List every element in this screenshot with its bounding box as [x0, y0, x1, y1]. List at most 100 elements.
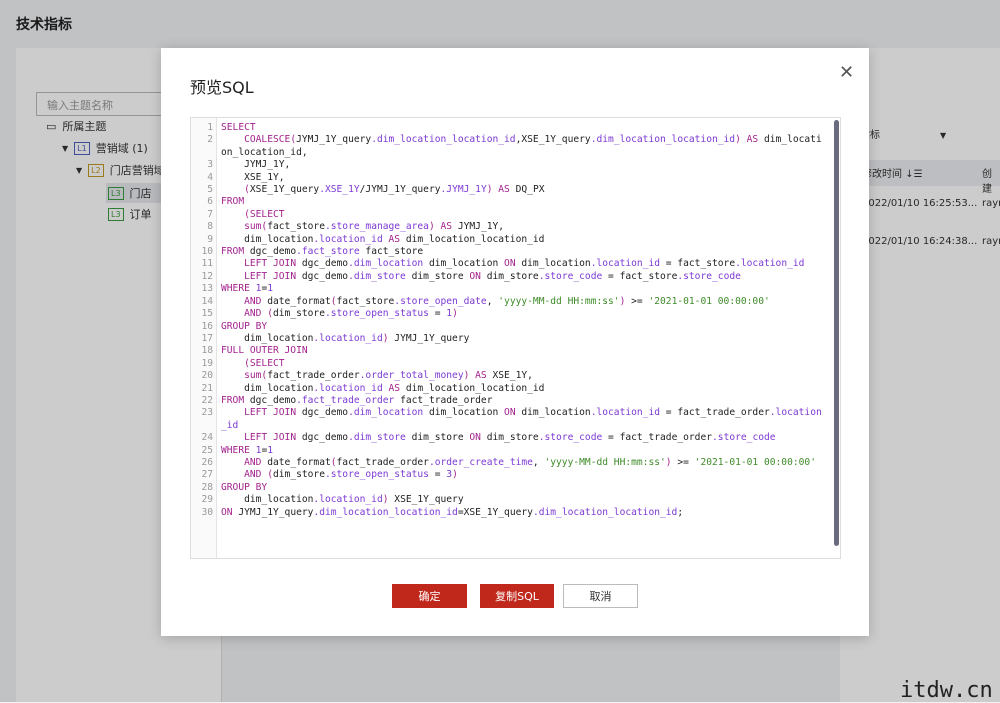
sql-token: fact_trade_order	[336, 456, 429, 468]
sql-token: .dim_location	[348, 407, 424, 419]
cancel-button[interactable]: 取消	[563, 584, 638, 608]
line-code: ON JYMJ_1Y_query.dim_location_location_i…	[217, 507, 825, 519]
line-number: 7	[207, 208, 213, 220]
sql-token: =	[428, 469, 447, 481]
line-code: SELECT	[217, 122, 825, 134]
sql-token: date_format	[261, 456, 331, 468]
sql-token: sum(	[244, 221, 268, 233]
sql-token: .fact_trade_order	[296, 394, 395, 406]
code-line: 16 GROUP BY	[191, 321, 840, 333]
code-line: 4 XSE_1Y,	[191, 172, 840, 184]
line-code: FULL OUTER JOIN	[217, 345, 825, 357]
sql-token: AND	[244, 456, 262, 468]
sql-token: WHERE	[221, 283, 250, 295]
line-number: 10	[201, 246, 213, 258]
line-number: 21	[201, 382, 213, 394]
code-line: 21 dim_location.location_id AS dim_locat…	[191, 383, 840, 395]
sql-token: dim_location	[423, 407, 505, 419]
sql-token: .location_id	[313, 233, 383, 245]
line-number: 3	[207, 159, 213, 171]
code-line: 19 (SELECT	[191, 358, 840, 370]
code-line: 17 dim_location.location_id) JYMJ_1Y_que…	[191, 333, 840, 345]
sql-token: XSE_1Y,	[486, 370, 533, 382]
watermark: itdw.cn	[900, 678, 993, 703]
sql-token: XSE_1Y_query	[388, 494, 464, 506]
confirm-button[interactable]: 确定	[392, 584, 467, 608]
line-code: XSE_1Y,	[217, 172, 825, 184]
sql-token: = fact_trade_order	[602, 432, 713, 444]
line-code: WHERE 1=1	[217, 283, 825, 295]
sql-token: GROUP BY	[221, 481, 268, 493]
sql-code-viewer[interactable]: 1 SELECT 2 COALESCE(JYMJ_1Y_query.dim_loca…	[190, 117, 841, 559]
close-icon[interactable]: ✕	[839, 62, 854, 83]
code-line: 22 FROM dgc_demo.fact_trade_order fact_tr…	[191, 395, 840, 407]
scrollbar[interactable]	[834, 120, 839, 546]
code-line: 13 WHERE 1=1	[191, 283, 840, 295]
line-code: AND date_format(fact_trade_order.order_c…	[217, 457, 825, 469]
code-line: 2 COALESCE(JYMJ_1Y_query.dim_location_lo…	[191, 134, 840, 159]
copy-sql-button[interactable]: 复制SQL	[480, 584, 554, 608]
line-code: LEFT JOIN dgc_demo.dim_store dim_store O…	[217, 271, 825, 283]
sql-token: dim_store	[273, 469, 325, 481]
code-line: 28 GROUP BY	[191, 482, 840, 494]
sql-token: date_format	[261, 295, 331, 307]
sql-token: AS	[382, 233, 401, 245]
code-line: 25 WHERE 1=1	[191, 445, 840, 457]
line-code: sum(fact_trade_order.order_total_money) …	[217, 370, 825, 382]
sql-token: LEFT JOIN	[244, 407, 297, 419]
line-code: AND (dim_store.store_open_status = 1)	[217, 308, 825, 320]
line-code: JYMJ_1Y,	[217, 159, 825, 171]
line-number: 22	[201, 394, 213, 406]
sql-token: ,	[532, 456, 545, 468]
sql-token: dim_location	[221, 382, 314, 394]
sql-token: 'yyyy-MM-dd HH:mm:ss'	[544, 456, 666, 468]
line-number: 8	[207, 221, 213, 233]
sql-token: XSE_1Y,	[221, 171, 285, 183]
line-code: AND date_format(fact_store.store_open_da…	[217, 296, 825, 308]
code-line: 27 AND (dim_store.store_open_status = 3)	[191, 469, 840, 481]
line-number: 23	[201, 407, 213, 419]
sql-token: .store_open_date	[394, 295, 487, 307]
line-number: 9	[207, 233, 213, 245]
code-line: 7 (SELECT	[191, 209, 840, 221]
sql-token: .store_code	[538, 270, 603, 282]
sql-token: .order_total_money	[359, 370, 464, 382]
sql-token: LEFT JOIN	[244, 432, 297, 444]
sql-token: .dim_store	[348, 270, 406, 282]
code-line: 12 LEFT JOIN dgc_demo.dim_store dim_stor…	[191, 271, 840, 283]
sql-token: = fact_store	[602, 270, 678, 282]
code-line: 14 AND date_format(fact_store.store_open…	[191, 296, 840, 308]
sql-token: .store_code	[538, 432, 603, 444]
line-code: GROUP BY	[217, 321, 825, 333]
sql-token: ,XSE_1Y_query	[515, 134, 591, 146]
code-line: 23 LEFT JOIN dgc_demo.dim_location dim_l…	[191, 407, 840, 432]
sql-token: fact_store	[267, 221, 325, 233]
line-code: FROM	[217, 196, 825, 208]
line-number: 26	[201, 456, 213, 468]
sql-token: .store_manage_area	[324, 221, 429, 233]
sql-token: dim_location	[221, 233, 314, 245]
sql-token: '2021-01-01 00:00:00'	[694, 456, 816, 468]
sql-token: ON	[469, 270, 481, 282]
line-code: LEFT JOIN dgc_demo.dim_store dim_store O…	[217, 432, 825, 444]
line-number: 12	[201, 270, 213, 282]
sql-token: ) AS	[428, 221, 453, 233]
sql-token: )	[452, 469, 458, 481]
sql-token: dgc_demo	[296, 432, 349, 444]
line-code: FROM dgc_demo.fact_store fact_store	[217, 246, 825, 258]
code-line: 15 AND (dim_store.store_open_status = 1)	[191, 308, 840, 320]
sql-token: ON	[469, 432, 481, 444]
sql-token: fact_store	[359, 246, 424, 258]
sql-token: .dim_location_location_id	[371, 134, 516, 146]
code-line: 20 sum(fact_trade_order.order_total_mone…	[191, 370, 840, 382]
sql-token: ) AS	[735, 134, 759, 146]
sql-token: .store_open_status	[324, 308, 429, 320]
sql-token: .location_id	[313, 494, 383, 506]
sql-token: AS	[382, 382, 401, 394]
sql-token: dgc_demo	[296, 258, 349, 270]
sql-token: JYMJ_1Y,	[221, 159, 291, 171]
